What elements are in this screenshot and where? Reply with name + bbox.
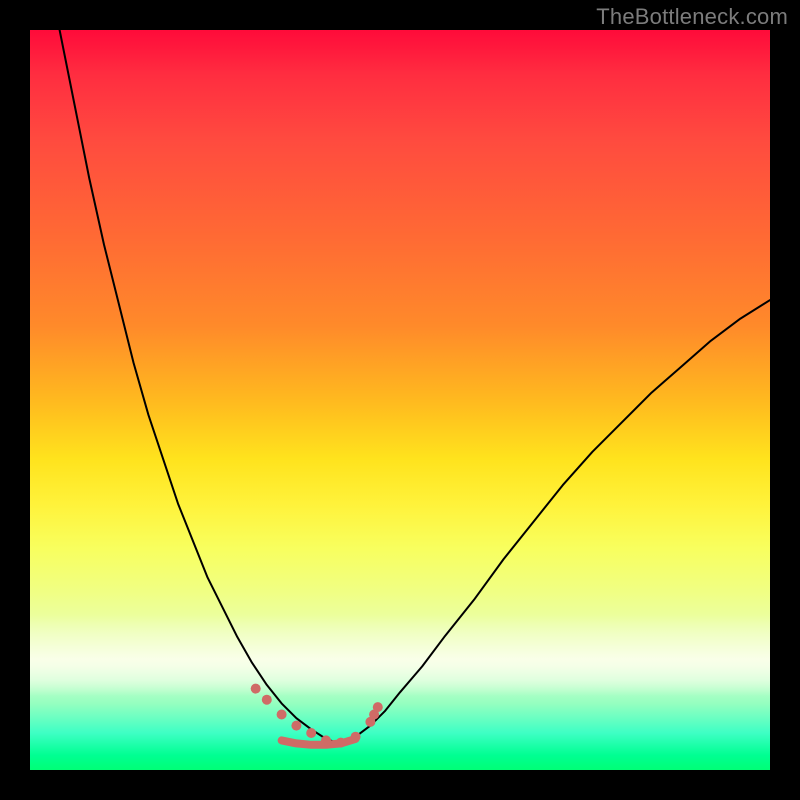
chart-frame: TheBottleneck.com <box>0 0 800 800</box>
plot-area <box>30 30 770 770</box>
marker-bottom-markers <box>277 710 287 720</box>
watermark-text: TheBottleneck.com <box>596 4 788 30</box>
marker-bottom-markers <box>262 695 272 705</box>
marker-bottom-markers <box>306 728 316 738</box>
curve-right-curve <box>341 300 770 744</box>
curve-left-curve <box>60 30 341 744</box>
curve-bottom-link-segment <box>282 739 356 745</box>
marker-bottom-markers <box>251 684 261 694</box>
marker-bottom-markers <box>291 721 301 731</box>
marker-bottom-markers <box>373 702 383 712</box>
curve-layer <box>30 30 770 770</box>
